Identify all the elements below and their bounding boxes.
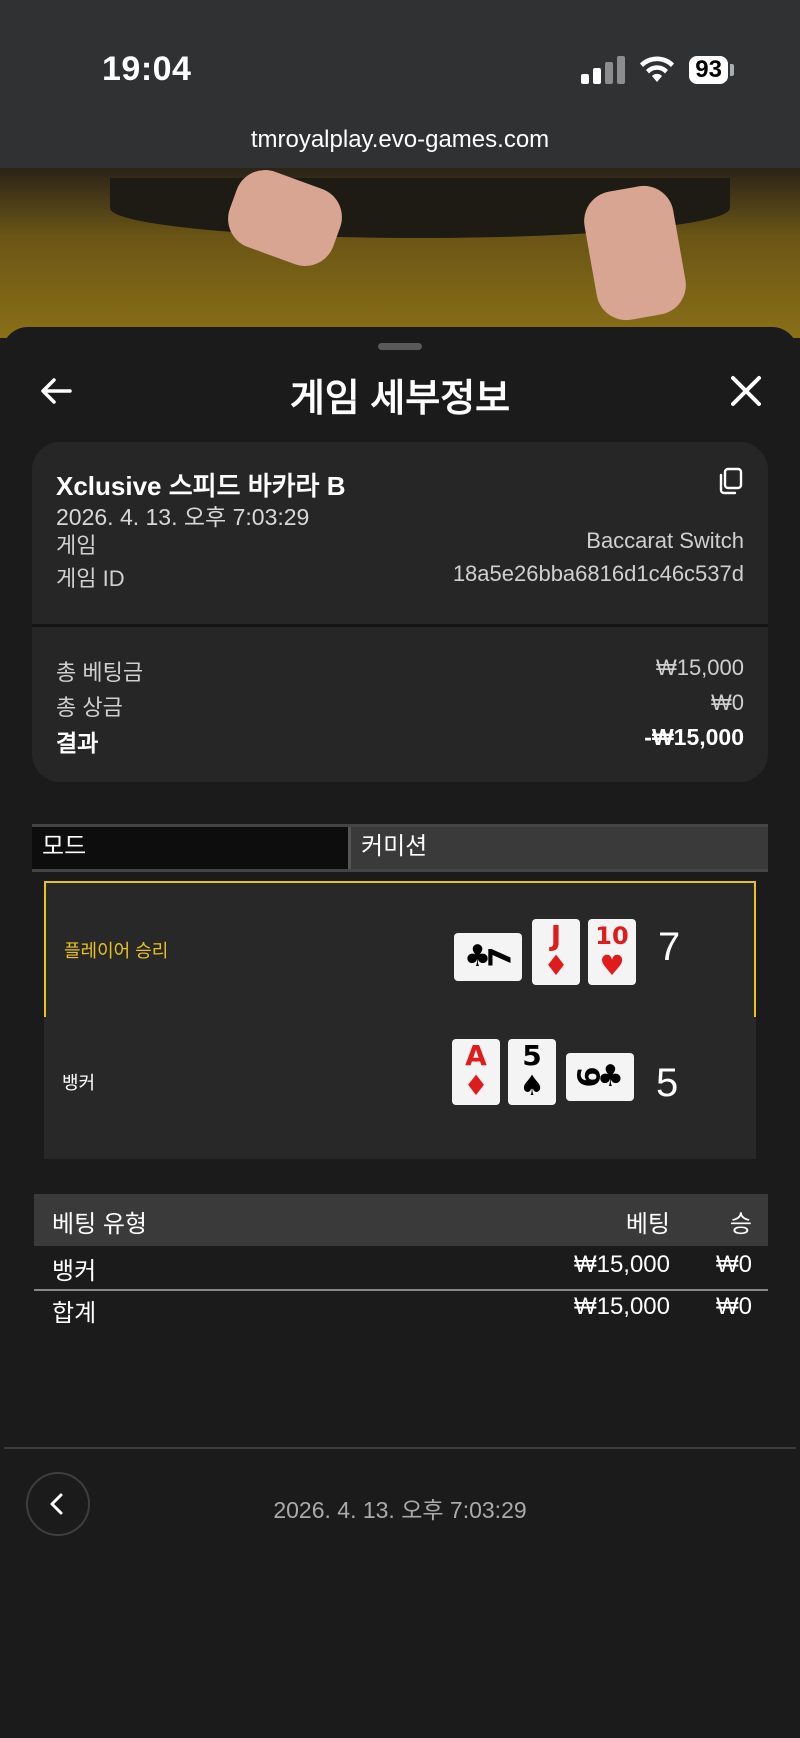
- playing-card: 10 ♥: [588, 919, 636, 985]
- cellular-signal-icon: [581, 56, 626, 84]
- result-row: 결과 -₩15,000: [56, 724, 744, 758]
- banker-result: 뱅커 A ♦ 5 ♠ 9♣ 5: [44, 1017, 756, 1159]
- win-amount-cell: ₩0: [716, 1251, 752, 1278]
- page-title: 게임 세부정보: [289, 378, 511, 420]
- status-icons: 93: [581, 56, 734, 84]
- bet-type-cell: 뱅커: [52, 1258, 97, 1285]
- player-result-label: 플레이어 승리: [64, 941, 169, 961]
- table-divider: [34, 1289, 768, 1291]
- status-bar: 19:04 93 tmroyalplay.evo-games.com: [0, 0, 800, 168]
- sheet-grabber[interactable]: [378, 343, 422, 350]
- game-type-label: 게임: [56, 533, 97, 558]
- playing-card: J ♦: [532, 919, 580, 985]
- bet-amount-header: 베팅: [625, 1211, 670, 1238]
- win-amount-header: 승: [729, 1211, 752, 1238]
- result-value: -₩15,000: [644, 724, 744, 750]
- close-icon[interactable]: [724, 369, 768, 413]
- player-score: 7: [658, 925, 681, 969]
- card-divider: [32, 624, 768, 627]
- game-id-value: 18a5e26bba6816d1c46c537d: [452, 561, 744, 586]
- battery-level: 93: [689, 56, 728, 84]
- game-details-sheet: 게임 세부정보 Xclusive 스피드 바카라 B 2026. 4. 13. …: [2, 327, 798, 1738]
- player-result: 플레이어 승리 ♣7 J ♦ 10 ♥ 7: [44, 881, 756, 1031]
- game-id-row: 게임 ID 18a5e26bba6816d1c46c537d: [56, 561, 744, 593]
- footer-divider: [4, 1447, 796, 1449]
- game-type-row: 게임 Baccarat Switch: [56, 528, 744, 560]
- banker-score: 5: [656, 1061, 679, 1105]
- wifi-icon: [640, 56, 675, 82]
- mode-tabs: 모드 커미션: [32, 824, 768, 872]
- table-row: 뱅커 ₩15,000 ₩0: [34, 1251, 768, 1291]
- total-type-cell: 합계: [52, 1300, 97, 1327]
- status-time: 19:04: [102, 50, 192, 88]
- footer-datetime: 2026. 4. 13. 오후 7:03:29: [273, 1497, 527, 1523]
- total-bet-label: 총 베팅금: [56, 660, 144, 685]
- result-label: 결과: [56, 730, 99, 756]
- tab-mode[interactable]: 모드: [32, 827, 351, 869]
- playing-card: A ♦: [452, 1039, 500, 1105]
- playing-card: 9♣: [566, 1053, 634, 1101]
- total-win-value: ₩0: [711, 690, 744, 715]
- copy-icon[interactable]: [716, 466, 746, 496]
- total-bet-row: 총 베팅금 ₩15,000: [56, 655, 744, 687]
- live-video-background: [0, 168, 800, 338]
- tab-commission[interactable]: 커미션: [351, 827, 768, 869]
- bet-amount-cell: ₩15,000: [573, 1251, 670, 1278]
- total-win-cell: ₩0: [716, 1293, 752, 1320]
- banker-result-label: 뱅커: [62, 1073, 96, 1093]
- total-bet-value: ₩15,000: [655, 655, 744, 680]
- battery-icon: 93: [689, 56, 734, 84]
- playing-card: ♣7: [454, 933, 522, 981]
- bet-table-header: 베팅 유형 베팅 승: [34, 1194, 768, 1246]
- playing-card: 5 ♠: [508, 1039, 556, 1105]
- total-win-row: 총 상금 ₩0: [56, 690, 744, 722]
- game-datetime: 2026. 4. 13. 오후 7:03:29: [56, 504, 310, 530]
- table-total-row: 합계 ₩15,000 ₩0: [34, 1293, 768, 1333]
- game-id-label: 게임 ID: [56, 566, 125, 591]
- game-type-value: Baccarat Switch: [586, 528, 744, 553]
- game-info-card: Xclusive 스피드 바카라 B 2026. 4. 13. 오후 7:03:…: [32, 442, 768, 782]
- total-win-label: 총 상금: [56, 695, 123, 720]
- bet-type-header: 베팅 유형: [52, 1211, 147, 1238]
- total-bet-cell: ₩15,000: [573, 1293, 670, 1320]
- address-bar-url[interactable]: tmroyalplay.evo-games.com: [0, 126, 800, 154]
